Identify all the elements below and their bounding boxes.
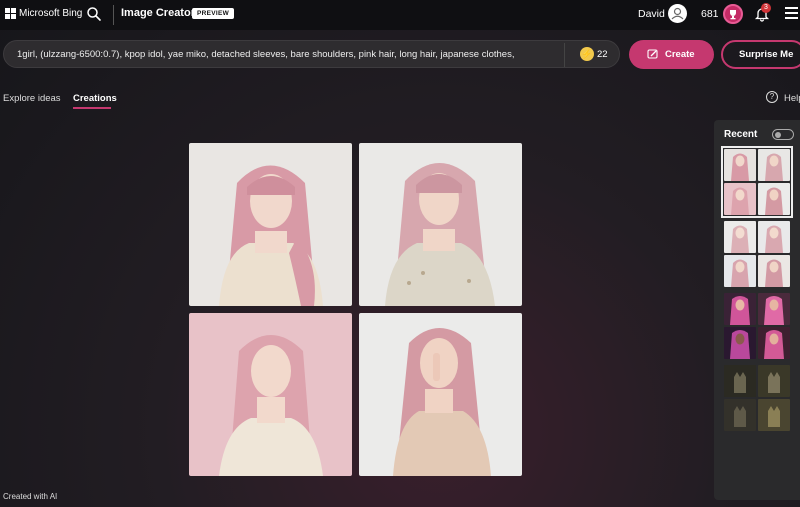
recent-thumb — [758, 149, 790, 181]
boost-divider — [564, 43, 565, 67]
avatar-icon[interactable] — [668, 4, 687, 23]
recent-thumb — [724, 327, 756, 359]
recent-group-1[interactable] — [721, 146, 793, 218]
search-icon[interactable] — [85, 5, 103, 23]
recent-thumb — [724, 221, 756, 253]
tab-explore-ideas[interactable]: Explore ideas — [3, 93, 61, 104]
recent-thumb — [724, 255, 756, 287]
active-tab-indicator — [73, 107, 111, 109]
recent-panel: Recent — [714, 120, 800, 500]
recent-thumb — [758, 365, 790, 397]
recent-thumb — [724, 183, 756, 215]
recent-thumb — [758, 327, 790, 359]
create-label: Create — [665, 49, 695, 60]
toggle-icon[interactable] — [772, 129, 794, 140]
recent-title: Recent — [724, 129, 758, 140]
boost-count: 22 — [597, 49, 608, 60]
prompt-text[interactable]: 1girl, (ulzzang-6500:0.7), kpop idol, ya… — [17, 49, 557, 60]
rewards-points[interactable]: 681 — [701, 8, 719, 20]
notification-badge: 3 — [761, 3, 771, 13]
recent-thumb — [758, 399, 790, 431]
generated-image-2[interactable] — [359, 143, 522, 306]
recent-thumb — [758, 221, 790, 253]
divider — [113, 5, 114, 25]
recent-group-2[interactable] — [724, 221, 790, 287]
recent-thumb — [724, 399, 756, 431]
app-title[interactable]: Image Creator — [121, 7, 195, 19]
help-link[interactable]: Help — [784, 93, 800, 104]
generated-image-3[interactable] — [189, 313, 352, 476]
menu-icon[interactable] — [785, 7, 798, 20]
generated-image-4[interactable] — [359, 313, 522, 476]
preview-badge: PREVIEW — [192, 8, 235, 19]
boost-icon: ⚡ — [580, 47, 594, 61]
microsoft-logo-icon[interactable] — [5, 8, 16, 19]
top-bar: Microsoft Bing Image Creator PREVIEW Dav… — [0, 0, 800, 30]
recent-thumb — [724, 365, 756, 397]
recent-thumb — [758, 293, 790, 325]
ai-credit: Created with AI — [3, 492, 58, 501]
recent-thumb — [724, 293, 756, 325]
recent-thumb — [724, 149, 756, 181]
create-icon — [647, 48, 659, 60]
recent-group-3[interactable] — [724, 293, 790, 359]
brand-name[interactable]: Microsoft Bing — [19, 8, 82, 19]
create-button[interactable]: Create — [629, 40, 714, 69]
help-icon[interactable]: ? — [766, 91, 778, 103]
tab-creations[interactable]: Creations — [73, 93, 117, 104]
recent-thumb — [758, 255, 790, 287]
surprise-me-button[interactable]: Surprise Me — [721, 40, 800, 69]
prompt-input[interactable]: 1girl, (ulzzang-6500:0.7), kpop idol, ya… — [3, 40, 620, 68]
generated-image-1[interactable] — [189, 143, 352, 306]
rewards-icon[interactable] — [723, 4, 743, 24]
user-name[interactable]: David — [638, 8, 665, 20]
recent-thumb — [758, 183, 790, 215]
recent-group-4[interactable] — [724, 365, 790, 431]
